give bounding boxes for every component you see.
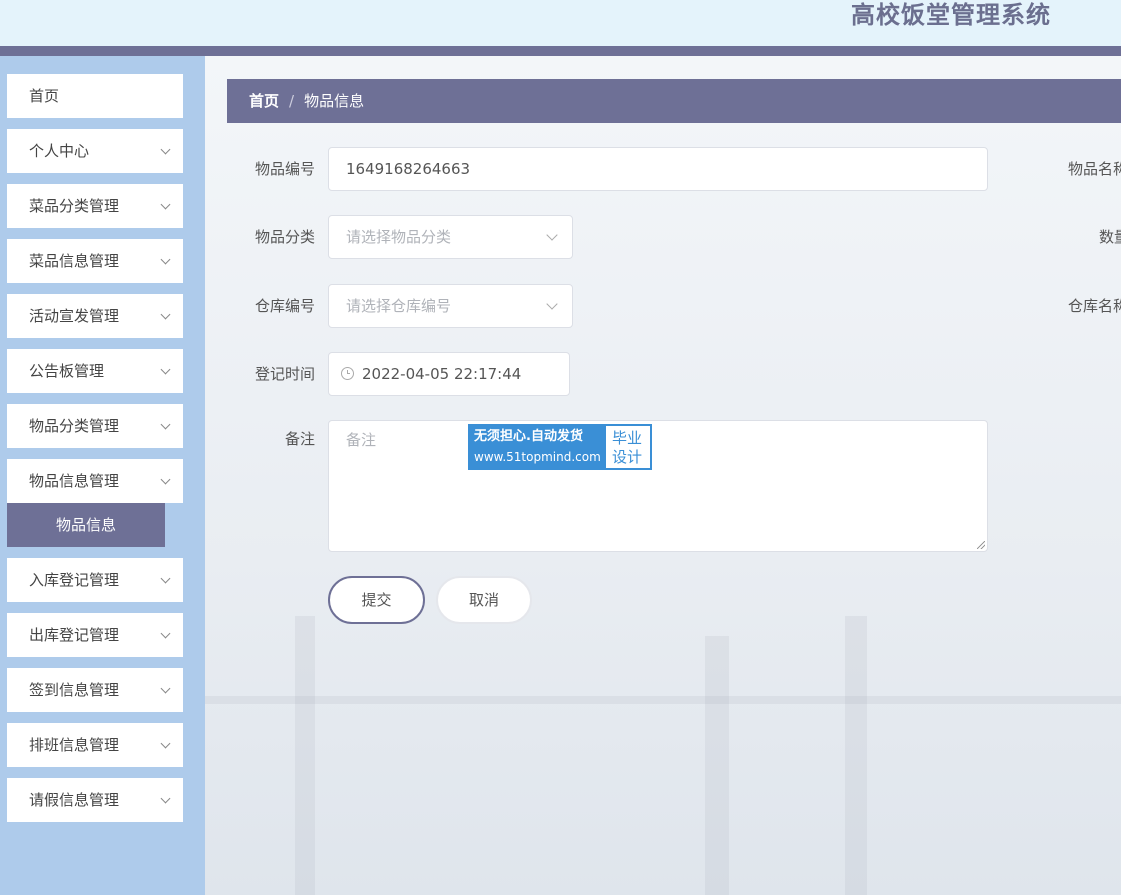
sidebar-item-label: 公告板管理 bbox=[29, 362, 105, 380]
clock-icon bbox=[341, 366, 354, 380]
background-decoration bbox=[295, 616, 315, 895]
watermark-left: 无须担心.自动发货 www.51topmind.com bbox=[470, 426, 606, 468]
breadcrumb-current: 物品信息 bbox=[304, 92, 365, 110]
sidebar-item-label: 出库登记管理 bbox=[29, 626, 120, 644]
sidebar-item-schedule[interactable]: 排班信息管理 bbox=[7, 723, 183, 767]
chevron-down-icon bbox=[160, 793, 171, 804]
sidebar-item-stock-out[interactable]: 出库登记管理 bbox=[7, 613, 183, 657]
sidebar-item-label: 排班信息管理 bbox=[29, 736, 120, 754]
remark-label: 备注 bbox=[284, 430, 315, 448]
background-decoration bbox=[845, 616, 867, 895]
sidebar-item-checkin[interactable]: 签到信息管理 bbox=[7, 668, 183, 712]
chevron-down-icon bbox=[160, 199, 171, 210]
sidebar-item-promotion[interactable]: 活动宣发管理 bbox=[7, 294, 183, 338]
sidebar-item-label: 菜品分类管理 bbox=[29, 197, 120, 215]
watermark-right1: 毕业 bbox=[612, 429, 643, 447]
warehouse-code-select[interactable]: 请选择仓库编号 bbox=[328, 284, 573, 328]
sidebar-item-label: 个人中心 bbox=[29, 142, 90, 160]
app-title: 高校饭堂管理系统 bbox=[851, 1, 1051, 29]
register-time-picker[interactable]: 2022-04-05 22:17:44 bbox=[328, 352, 570, 396]
background-decoration bbox=[705, 636, 729, 895]
sidebar-item-label: 菜品信息管理 bbox=[29, 252, 120, 270]
remark-textarea[interactable]: 备注 bbox=[328, 420, 988, 552]
sidebar-item-item-info[interactable]: 物品信息管理 bbox=[7, 459, 183, 503]
sidebar-item-leave[interactable]: 请假信息管理 bbox=[7, 778, 183, 822]
sidebar-item-stock-in[interactable]: 入库登记管理 bbox=[7, 558, 183, 602]
quantity-label: 数量 bbox=[1099, 228, 1121, 246]
main-content: 首页 / 物品信息 物品编号 1649168264663 物品名称 物品分类 请选择… bbox=[205, 56, 1121, 895]
sidebar-item-personal-center[interactable]: 个人中心 bbox=[7, 129, 183, 173]
chevron-down-icon bbox=[160, 683, 171, 694]
header-divider bbox=[0, 46, 1121, 56]
chevron-down-icon bbox=[160, 573, 171, 584]
cancel-button[interactable]: 取消 bbox=[436, 576, 532, 624]
chevron-down-icon bbox=[160, 628, 171, 639]
sidebar-item-label: 物品信息管理 bbox=[29, 472, 120, 490]
chevron-down-icon bbox=[160, 144, 171, 155]
sidebar-item-dish-info[interactable]: 菜品信息管理 bbox=[7, 239, 183, 283]
warehouse-name-label: 仓库名称 bbox=[1068, 297, 1121, 315]
remark-placeholder: 备注 bbox=[346, 431, 377, 449]
watermark-right: 毕业 设计 bbox=[606, 426, 650, 468]
sidebar-item-label: 入库登记管理 bbox=[29, 571, 120, 589]
register-time-value: 2022-04-05 22:17:44 bbox=[362, 365, 522, 383]
chevron-down-icon bbox=[546, 229, 558, 241]
chevron-up-icon bbox=[160, 474, 171, 485]
watermark-url: www.51topmind.com bbox=[474, 450, 601, 464]
chevron-down-icon bbox=[160, 419, 171, 430]
item-code-input[interactable]: 1649168264663 bbox=[328, 147, 988, 191]
chevron-down-icon bbox=[160, 738, 171, 749]
item-code-label: 物品编号 bbox=[254, 160, 315, 178]
watermark-line1: 无须担心.自动发货 bbox=[474, 429, 583, 444]
warehouse-code-placeholder: 请选择仓库编号 bbox=[346, 297, 452, 315]
sidebar-item-label: 签到信息管理 bbox=[29, 681, 120, 699]
chevron-down-icon bbox=[546, 298, 558, 310]
sidebar-item-label: 物品分类管理 bbox=[29, 417, 120, 435]
warehouse-code-label: 仓库编号 bbox=[254, 297, 315, 315]
register-time-label: 登记时间 bbox=[254, 365, 315, 383]
sidebar-item-label: 请假信息管理 bbox=[29, 791, 120, 809]
watermark-badge: 无须担心.自动发货 www.51topmind.com 毕业 设计 bbox=[468, 424, 652, 470]
sidebar-item-home[interactable]: 首页 bbox=[7, 74, 183, 118]
chevron-down-icon bbox=[160, 254, 171, 265]
chevron-down-icon bbox=[160, 364, 171, 375]
sidebar-item-bulletin[interactable]: 公告板管理 bbox=[7, 349, 183, 393]
breadcrumb: 首页 / 物品信息 bbox=[227, 79, 1121, 123]
sidebar-item-label: 首页 bbox=[29, 87, 60, 105]
sidebar-item-dish-category[interactable]: 菜品分类管理 bbox=[7, 184, 183, 228]
sidebar: 首页 个人中心 菜品分类管理 菜品信息管理 活动宣发管理 公告板管理 物品分类管… bbox=[0, 56, 205, 895]
item-category-placeholder: 请选择物品分类 bbox=[346, 228, 452, 246]
item-category-select[interactable]: 请选择物品分类 bbox=[328, 215, 573, 259]
item-category-label: 物品分类 bbox=[254, 228, 315, 246]
resize-handle-icon[interactable] bbox=[977, 541, 985, 549]
sidebar-item-label: 活动宣发管理 bbox=[29, 307, 120, 325]
watermark-right2: 设计 bbox=[612, 448, 643, 466]
submit-button[interactable]: 提交 bbox=[328, 576, 425, 624]
sidebar-item-item-category[interactable]: 物品分类管理 bbox=[7, 404, 183, 448]
chevron-down-icon bbox=[160, 309, 171, 320]
background-decoration bbox=[205, 696, 1121, 704]
breadcrumb-home[interactable]: 首页 bbox=[249, 92, 279, 110]
breadcrumb-separator: / bbox=[289, 92, 295, 110]
sidebar-subitem-item-info[interactable]: 物品信息 bbox=[7, 503, 165, 547]
app-header: 高校饭堂管理系统 bbox=[0, 0, 1121, 46]
item-name-label: 物品名称 bbox=[1068, 160, 1121, 178]
